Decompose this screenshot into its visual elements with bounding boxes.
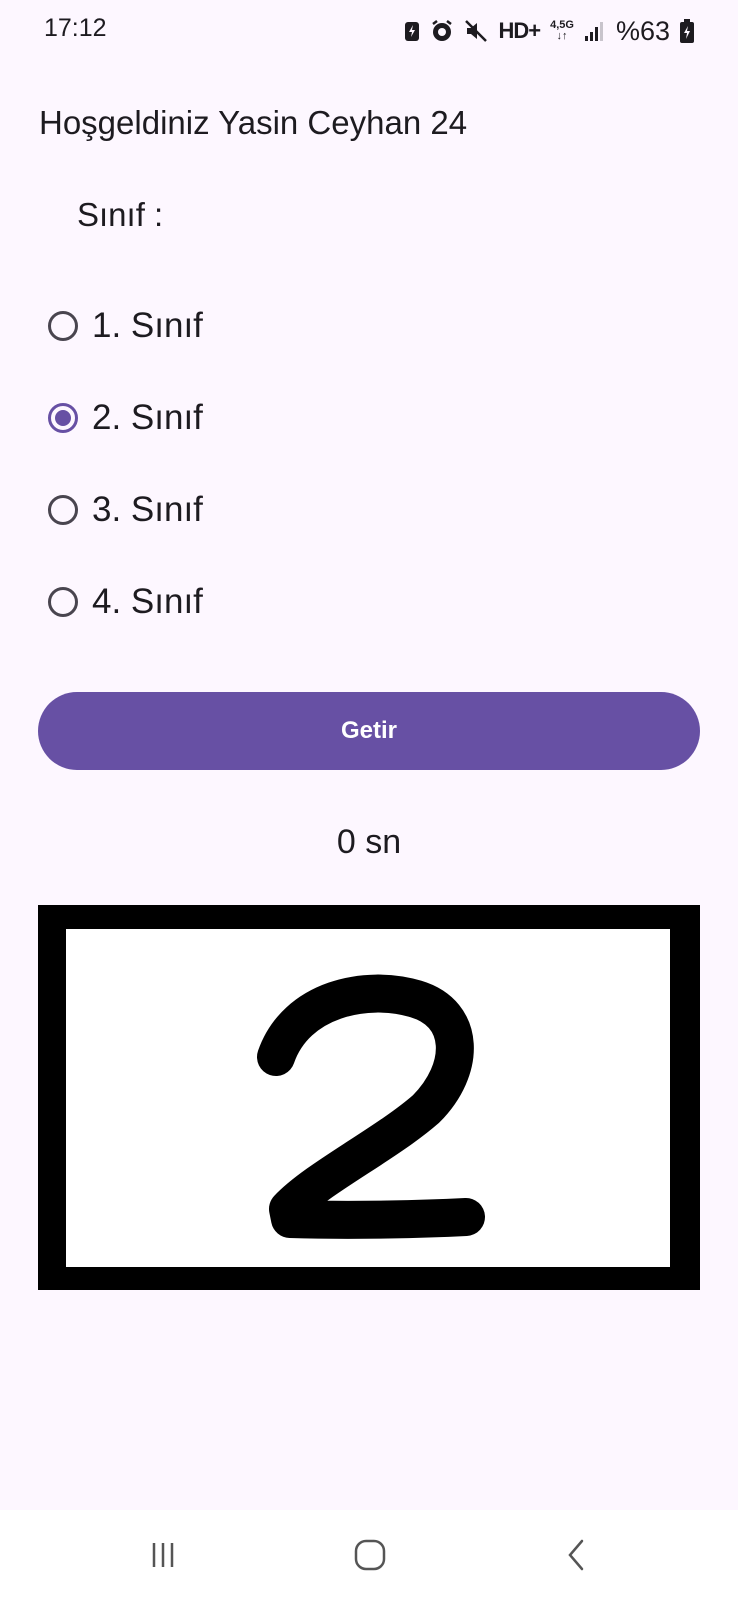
- nav-bar: [0, 1510, 738, 1600]
- radio-label: 1. Sınıf: [92, 306, 203, 345]
- status-icons: HD+ 4,5G ↓↑ %63: [404, 16, 694, 46]
- radio-label: 2. Sınıf: [92, 398, 203, 437]
- number-image: [38, 905, 700, 1290]
- back-icon[interactable]: [547, 1530, 607, 1580]
- alarm-icon: [430, 19, 454, 43]
- radio-class-2[interactable]: 2. Sınıf: [48, 388, 203, 448]
- radio-label: 3. Sınıf: [92, 490, 203, 529]
- welcome-text: Hoşgeldiniz Yasin Ceyhan 24: [39, 104, 468, 141]
- number-image-frame: [66, 929, 670, 1267]
- number-two-drawing: [257, 974, 485, 1239]
- status-bar: 17:12 HD+ 4,5G ↓↑ %63: [0, 0, 738, 62]
- radio-button-checked-icon[interactable]: [48, 403, 78, 433]
- radio-label: 4. Sınıf: [92, 582, 203, 621]
- radio-class-1[interactable]: 1. Sınıf: [48, 296, 203, 356]
- radio-button-icon[interactable]: [48, 495, 78, 525]
- radio-button-icon[interactable]: [48, 311, 78, 341]
- radio-class-3[interactable]: 3. Sınıf: [48, 480, 203, 540]
- mute-icon: [464, 19, 488, 43]
- battery-saver-icon: [404, 20, 420, 42]
- radio-button-icon[interactable]: [48, 587, 78, 617]
- recent-apps-icon[interactable]: [133, 1530, 193, 1580]
- home-icon[interactable]: [340, 1530, 400, 1580]
- battery-level: %63: [615, 15, 670, 46]
- timer-text: 0 sn: [336, 823, 402, 861]
- status-time: 17:12: [44, 14, 107, 42]
- battery-icon: [680, 19, 694, 43]
- network-type: 4,5G: [550, 19, 574, 31]
- class-label: Sınıf :: [77, 196, 164, 233]
- signal-icon: [584, 20, 606, 42]
- hd-plus-icon: HD+: [498, 18, 541, 44]
- network-label: HD+: [498, 18, 541, 43]
- network-4-5g-icon: 4,5G ↓↑: [550, 19, 574, 42]
- radio-class-4[interactable]: 4. Sınıf: [48, 572, 203, 632]
- getir-button[interactable]: Getir: [38, 692, 700, 770]
